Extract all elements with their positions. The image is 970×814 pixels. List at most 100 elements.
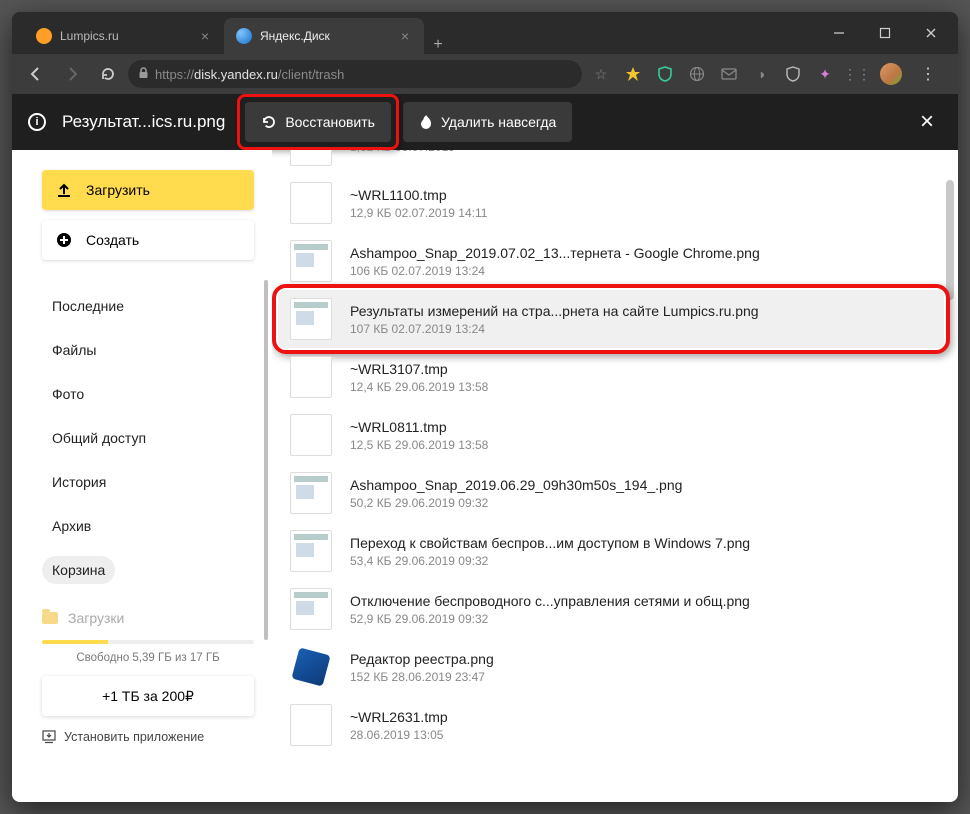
extension-icon[interactable]: ◑ xyxy=(752,65,770,83)
promo-button[interactable]: +1 ТБ за 200₽ xyxy=(42,676,254,716)
file-row[interactable]: Результаты измерений на стра...рнета на … xyxy=(278,290,944,348)
file-info: Результаты измерений на стра...рнета на … xyxy=(350,303,926,336)
extension-icon[interactable] xyxy=(624,65,642,83)
file-row[interactable]: Переход к свойствам беспров...им доступо… xyxy=(272,522,958,580)
file-thumbnail xyxy=(290,182,332,224)
maximize-button[interactable] xyxy=(862,12,908,54)
file-name: ~WRL2631.tmp xyxy=(350,709,928,725)
tab-yandex-disk[interactable]: Яндекс.Диск × xyxy=(224,18,424,54)
flame-icon xyxy=(419,114,433,130)
file-info: Переход к свойствам беспров...им доступо… xyxy=(350,535,928,568)
file-row[interactable]: ~WRL1100.tmp12,9 КБ 02.07.2019 14:11 xyxy=(272,174,958,232)
tab-lumpics[interactable]: Lumpics.ru × xyxy=(24,18,224,54)
favicon-icon xyxy=(36,28,52,44)
file-meta: 152 КБ 28.06.2019 23:47 xyxy=(350,670,928,684)
file-info: ~WRL2631.tmp 28.06.2019 13:05 xyxy=(350,709,928,742)
upload-icon xyxy=(56,182,72,198)
file-row[interactable]: Ashampoo_Snap_2019.07.02_13...тернета - … xyxy=(272,232,958,290)
upload-button[interactable]: Загрузить xyxy=(42,170,254,210)
file-meta: 53,4 КБ 29.06.2019 09:32 xyxy=(350,554,928,568)
promo-label: +1 ТБ за 200₽ xyxy=(102,688,194,705)
tab-title: Lumpics.ru xyxy=(60,29,190,43)
file-thumbnail xyxy=(290,472,332,514)
file-row[interactable]: 1,32 КБ 03.07.2019 xyxy=(272,150,958,174)
file-info: ~WRL1100.tmp12,9 КБ 02.07.2019 14:11 xyxy=(350,187,928,220)
tab-strip: Lumpics.ru × Яндекс.Диск × + xyxy=(12,12,816,54)
plus-icon xyxy=(56,232,72,248)
extension-icon[interactable] xyxy=(784,65,802,83)
file-thumbnail xyxy=(290,298,332,340)
shield-icon[interactable] xyxy=(656,65,674,83)
back-button[interactable] xyxy=(20,58,52,90)
folder-icon xyxy=(42,612,58,624)
quota-text: Свободно 5,39 ГБ из 17 ГБ xyxy=(42,652,254,664)
close-tab-icon[interactable]: × xyxy=(398,29,412,43)
file-thumbnail xyxy=(290,704,332,746)
lock-icon xyxy=(138,67,149,82)
restore-button[interactable]: Восстановить xyxy=(245,102,391,142)
file-row[interactable]: Ashampoo_Snap_2019.06.29_09h30m50s_194_.… xyxy=(272,464,958,522)
delete-forever-button[interactable]: Удалить навсегда xyxy=(403,102,572,142)
file-thumbnail xyxy=(290,356,332,398)
extension-icons: ☆ ◑ ✦ ⋮⋮ ⋮ xyxy=(586,63,950,85)
profile-avatar[interactable] xyxy=(880,63,902,85)
extension-icon[interactable]: ✦ xyxy=(816,65,834,83)
sidebar-item-history[interactable]: История xyxy=(42,468,254,496)
sidebar-folder[interactable]: Загрузки xyxy=(42,602,254,626)
file-row[interactable]: ~WRL2631.tmp 28.06.2019 13:05 xyxy=(272,696,958,754)
file-info: Редактор реестра.png152 КБ 28.06.2019 23… xyxy=(350,651,928,684)
folder-label: Загрузки xyxy=(68,610,124,626)
url-field[interactable]: https://disk.yandex.ru/client/trash xyxy=(128,60,582,88)
forward-button[interactable] xyxy=(56,58,88,90)
mail-icon[interactable] xyxy=(720,65,738,83)
create-button[interactable]: Создать xyxy=(42,220,254,260)
file-name: Ashampoo_Snap_2019.06.29_09h30m50s_194_.… xyxy=(350,477,928,493)
minimize-button[interactable] xyxy=(816,12,862,54)
sidebar-item-recent[interactable]: Последние xyxy=(42,292,254,320)
globe-icon[interactable] xyxy=(688,65,706,83)
reload-button[interactable] xyxy=(92,58,124,90)
star-icon[interactable]: ☆ xyxy=(592,65,610,83)
sidebar-item-trash[interactable]: Корзина xyxy=(42,556,115,584)
sidebar-item-files[interactable]: Файлы xyxy=(42,336,254,364)
info-icon[interactable]: i xyxy=(28,113,46,131)
sidebar-nav: Последние Файлы Фото Общий доступ Истори… xyxy=(42,292,254,584)
sidebar-item-shared[interactable]: Общий доступ xyxy=(42,424,254,452)
file-info: Ashampoo_Snap_2019.06.29_09h30m50s_194_.… xyxy=(350,477,928,510)
file-row[interactable]: ~WRL0811.tmp12,5 КБ 29.06.2019 13:58 xyxy=(272,406,958,464)
page-content: i Результат...ics.ru.png Восстановить Уд… xyxy=(12,94,958,802)
sidebar-scrollbar[interactable] xyxy=(264,280,268,640)
file-name: ~WRL1100.tmp xyxy=(350,187,928,203)
storage-quota: Свободно 5,39 ГБ из 17 ГБ xyxy=(42,640,254,664)
file-info: ~WRL3107.tmp 12,4 КБ 29.06.2019 13:58 xyxy=(350,361,928,394)
file-name: Результаты измерений на стра...рнета на … xyxy=(350,303,926,319)
file-row[interactable]: Редактор реестра.png152 КБ 28.06.2019 23… xyxy=(272,638,958,696)
download-icon xyxy=(42,730,56,744)
new-tab-button[interactable]: + xyxy=(424,36,452,54)
upload-label: Загрузить xyxy=(86,182,150,198)
file-meta: 28.06.2019 13:05 xyxy=(350,728,928,742)
file-meta: 12,4 КБ 29.06.2019 13:58 xyxy=(350,380,928,394)
browser-menu-button[interactable]: ⋮ xyxy=(916,64,940,84)
close-tab-icon[interactable]: × xyxy=(198,29,212,43)
file-row[interactable]: ~WRL3107.tmp 12,4 КБ 29.06.2019 13:58 xyxy=(272,348,958,406)
file-meta: 52,9 КБ 29.06.2019 09:32 xyxy=(350,612,928,626)
file-row[interactable]: Отключение беспроводного с...управления … xyxy=(272,580,958,638)
extension-icon[interactable]: ⋮⋮ xyxy=(848,65,866,83)
file-name: ~WRL3107.tmp xyxy=(350,361,928,377)
file-meta: 50,2 КБ 29.06.2019 09:32 xyxy=(350,496,928,510)
file-info: Ashampoo_Snap_2019.07.02_13...тернета - … xyxy=(350,245,928,278)
file-info: ~WRL0811.tmp12,5 КБ 29.06.2019 13:58 xyxy=(350,419,928,452)
selection-action-bar: i Результат...ics.ru.png Восстановить Уд… xyxy=(12,94,958,150)
url-text: https://disk.yandex.ru/client/trash xyxy=(155,67,344,82)
install-label: Установить приложение xyxy=(64,730,204,744)
file-thumbnail xyxy=(290,240,332,282)
file-thumbnail xyxy=(290,530,332,572)
sidebar-item-photo[interactable]: Фото xyxy=(42,380,254,408)
close-window-button[interactable] xyxy=(908,12,954,54)
install-app-link[interactable]: Установить приложение xyxy=(42,730,254,744)
restore-label: Восстановить xyxy=(285,114,375,130)
delete-label: Удалить навсегда xyxy=(441,114,556,130)
sidebar-item-archive[interactable]: Архив xyxy=(42,512,254,540)
close-selection-button[interactable]: × xyxy=(912,108,942,136)
